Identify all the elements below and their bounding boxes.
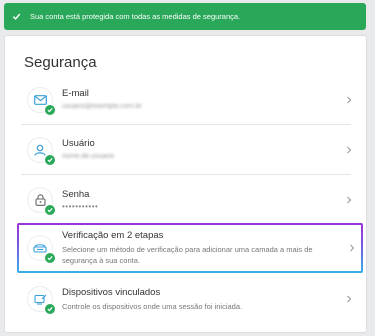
verified-badge-icon [44, 204, 56, 216]
two-step-label: Verificação em 2 etapas [62, 230, 164, 241]
security-card: Segurança E-mail usuario@exemplo.com.br … [4, 35, 367, 333]
linked-devices-row[interactable]: Dispositivos vinculados Controle os disp… [17, 274, 357, 324]
banner-text: Sua conta está protegida com todas as me… [30, 12, 241, 21]
chevron-right-icon [347, 196, 352, 204]
verified-badge-icon [44, 104, 56, 116]
verified-badge-icon [44, 252, 56, 264]
mail-icon [33, 95, 47, 105]
device-icon [33, 294, 46, 305]
check-icon [12, 12, 21, 21]
username-value: nome.de.usuario [62, 153, 115, 160]
password-value: ••••••••••• [62, 202, 99, 211]
two-step-verification-row[interactable]: Verificação em 2 etapas Selecione um mét… [17, 223, 357, 273]
email-row[interactable]: E-mail usuario@exemplo.com.br [17, 75, 357, 125]
chevron-right-icon [350, 244, 355, 252]
verified-badge-icon [44, 303, 56, 315]
email-value: usuario@exemplo.com.br [62, 103, 142, 110]
two-step-icon-wrap [27, 235, 56, 264]
shield-icon [33, 244, 47, 253]
devices-icon-wrap [27, 286, 56, 315]
linked-devices-description: Controle os dispositivos onde uma sessão… [62, 301, 243, 311]
username-icon-wrap [27, 137, 56, 166]
password-icon-wrap [27, 187, 56, 216]
user-icon [34, 144, 46, 156]
password-label: Senha [62, 189, 90, 200]
page-title: Segurança [24, 54, 97, 71]
security-status-banner: Sua conta está protegida com todas as me… [4, 3, 366, 30]
email-label: E-mail [62, 88, 89, 99]
username-row[interactable]: Usuário nome.de.usuario [17, 125, 357, 175]
chevron-right-icon [347, 96, 352, 104]
chevron-right-icon [347, 146, 352, 154]
verified-badge-icon [44, 154, 56, 166]
password-row[interactable]: Senha ••••••••••• [17, 175, 357, 225]
username-label: Usuário [62, 138, 95, 149]
lock-icon [34, 194, 46, 206]
linked-devices-label: Dispositivos vinculados [62, 286, 161, 298]
chevron-right-icon [347, 295, 352, 303]
email-icon-wrap [27, 87, 56, 116]
two-step-description: Selecione um método de verificação para … [62, 245, 313, 265]
